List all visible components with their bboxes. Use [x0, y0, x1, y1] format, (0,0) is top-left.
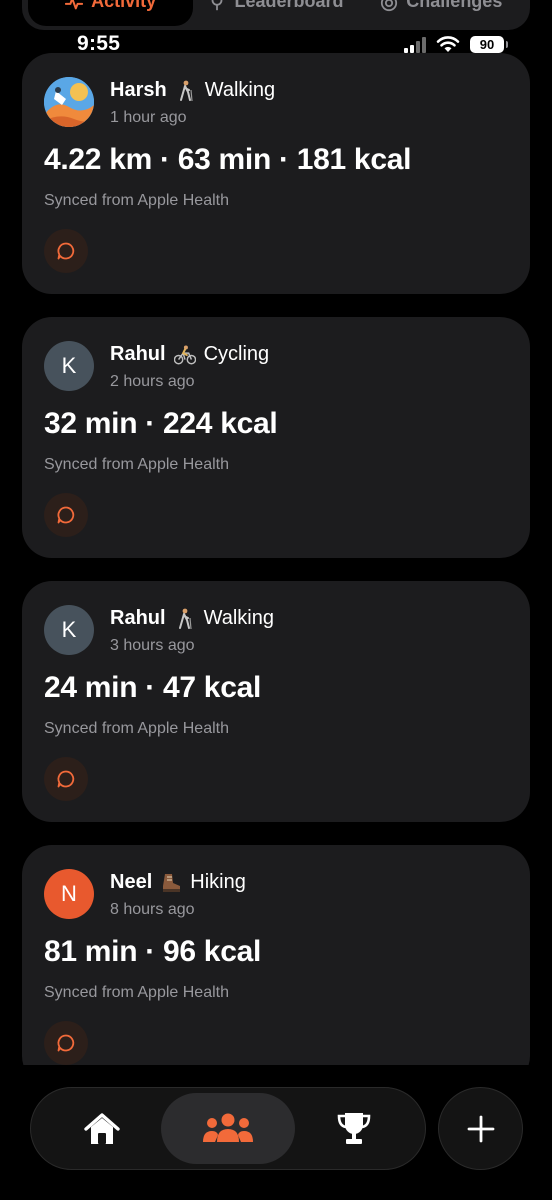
activity-type: Walking: [203, 607, 274, 629]
top-tab-bar: Activity Leaderboard Challenges: [22, 0, 530, 30]
activity-feed[interactable]: Harsh Walking 1 hour ago 4.22 km · 63 mi…: [22, 53, 530, 1065]
sync-source: Synced from Apple Health: [44, 720, 229, 737]
community-icon: [203, 1113, 253, 1142]
comment-button[interactable]: [44, 1021, 88, 1065]
time-ago: 3 hours ago: [110, 637, 195, 654]
sync-source: Synced from Apple Health: [44, 456, 229, 473]
comment-button[interactable]: [44, 493, 88, 537]
cellular-signal-icon: [404, 36, 426, 53]
comment-icon: [57, 770, 75, 788]
pulse-icon: [65, 0, 84, 10]
comment-icon: [57, 506, 75, 524]
card-header: Rahul Walking: [110, 607, 274, 630]
tab-activity-label: Activity: [91, 0, 157, 11]
avatar[interactable]: K: [44, 341, 94, 391]
time-ago: 2 hours ago: [110, 373, 195, 390]
sync-source: Synced from Apple Health: [44, 192, 229, 209]
avatar-initial: N: [61, 881, 77, 906]
activity-stats: 32 min · 224 kcal: [44, 407, 278, 440]
bottom-nav: [30, 1087, 426, 1170]
trophy-icon: [337, 1112, 371, 1144]
nav-trophy[interactable]: [287, 1093, 421, 1164]
tab-challenges[interactable]: Challenges: [359, 0, 524, 26]
activity-card[interactable]: K Rahul Cycling 2 hours ago 32 min · 224…: [22, 317, 530, 558]
tab-activity[interactable]: Activity: [28, 0, 194, 26]
activity-type: Hiking: [190, 871, 246, 893]
tab-challenges-label: Challenges: [406, 0, 503, 11]
user-name[interactable]: Harsh: [110, 79, 167, 102]
activity-card[interactable]: K Rahul Walking 3 hours ago 24 min · 47 …: [22, 581, 530, 822]
tab-leaderboard[interactable]: Leaderboard: [193, 0, 358, 26]
avatar[interactable]: [44, 77, 94, 127]
card-header: Neel Hiking: [110, 871, 246, 894]
wifi-icon: [436, 36, 460, 52]
activity-type: Cycling: [203, 343, 270, 365]
nav-community[interactable]: [161, 1093, 295, 1164]
comment-button[interactable]: [44, 229, 88, 273]
card-header: Harsh Walking: [110, 79, 275, 102]
tab-leaderboard-label: Leaderboard: [234, 0, 344, 11]
avatar[interactable]: K: [44, 605, 94, 655]
leaderboard-icon: [212, 0, 223, 11]
walking-person-icon: [178, 608, 192, 629]
cyclist-icon: [173, 344, 196, 364]
battery-indicator: 90: [470, 36, 508, 53]
avatar[interactable]: N: [44, 869, 94, 919]
activity-type: Walking: [204, 79, 276, 101]
activity-stats: 4.22 km · 63 min · 181 kcal: [44, 143, 412, 176]
card-header: Rahul Cycling: [110, 343, 269, 366]
nav-home[interactable]: [35, 1093, 169, 1164]
user-name[interactable]: Neel: [110, 871, 152, 894]
add-activity-button[interactable]: [438, 1087, 523, 1170]
sync-source: Synced from Apple Health: [44, 984, 229, 1001]
target-icon: [381, 0, 398, 12]
walking-person-icon: [179, 80, 193, 101]
home-icon: [84, 1112, 120, 1144]
avatar-illustration-icon: [44, 77, 94, 127]
comment-icon: [57, 242, 75, 260]
user-name[interactable]: Rahul: [110, 607, 166, 630]
activity-stats: 24 min · 47 kcal: [44, 671, 261, 704]
battery-level: 90: [479, 37, 495, 52]
time-ago: 8 hours ago: [110, 901, 195, 918]
avatar-initial: K: [61, 353, 77, 378]
status-icons: 90: [404, 36, 508, 53]
hiking-boot-icon: [163, 873, 181, 892]
time-ago: 1 hour ago: [110, 109, 187, 126]
plus-icon: [467, 1115, 494, 1142]
comment-button[interactable]: [44, 757, 88, 801]
user-name[interactable]: Rahul: [110, 343, 166, 366]
activity-card[interactable]: N Neel Hiking 8 hours ago 81 min · 96 kc…: [22, 845, 530, 1065]
comment-icon: [57, 1034, 75, 1052]
activity-card[interactable]: Harsh Walking 1 hour ago 4.22 km · 63 mi…: [22, 53, 530, 294]
activity-stats: 81 min · 96 kcal: [44, 935, 261, 968]
avatar-initial: K: [61, 617, 77, 642]
